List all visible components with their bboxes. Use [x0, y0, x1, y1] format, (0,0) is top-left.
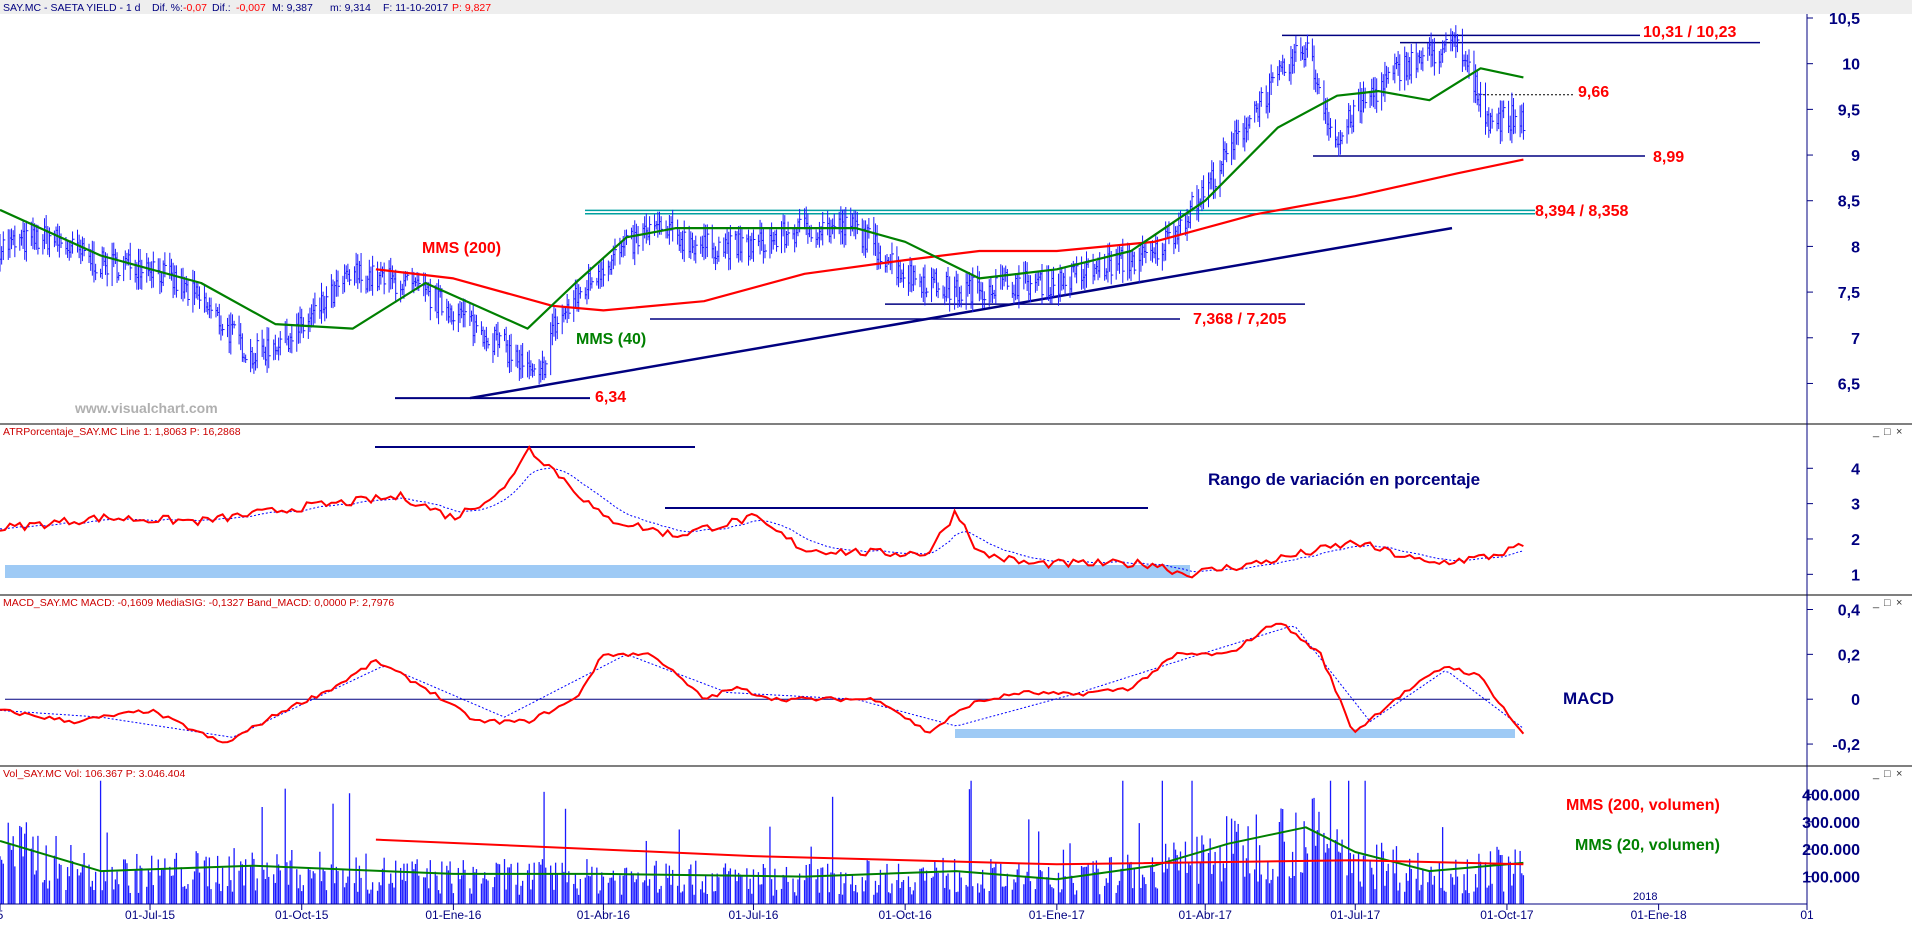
level-899-label: 8,99: [1653, 149, 1684, 166]
atr-header: ATRPorcentaje_SAY.MC Line 1: 1,8063 P: 1…: [3, 426, 241, 438]
macd-line: [0, 622, 1525, 744]
vol-mms200-label: MMS (200, volumen): [1566, 797, 1720, 814]
x-tick-label: 01-Ene-18: [1631, 908, 1687, 922]
atr-low-band: [5, 565, 1190, 578]
atr-y-tick-label: 4: [1851, 461, 1860, 478]
macd-close-button[interactable]: ×: [1896, 597, 1902, 609]
x-tick-label: 01: [1800, 908, 1814, 922]
x-tick-label: 01-Oct-17: [1480, 908, 1534, 922]
chart-root: SAY.MC - SAETA YIELD - 1 d Dif. %: -0,07…: [0, 0, 1912, 922]
macd-signal-line: [0, 625, 1524, 738]
mms40-line: [0, 67, 1524, 330]
atr-y-tick-label: 3: [1851, 497, 1860, 514]
vol-y-tick-label: 400.000: [1802, 787, 1860, 804]
vol-window-controls: _ □ ×: [1872, 768, 1902, 780]
atr-maximize-button[interactable]: □: [1884, 426, 1891, 438]
x-tick-label: 01-Jul-17: [1330, 908, 1380, 922]
year-2018-label: 2018: [1633, 891, 1657, 903]
price-y-tick-label: 7,5: [1838, 285, 1860, 302]
vol-mms20-line: [0, 826, 1524, 881]
atr-panel: [0, 445, 1524, 579]
atr-title: Rango de variación en porcentaje: [1208, 470, 1480, 489]
level-7368-label: 7,368 / 7,205: [1193, 311, 1287, 328]
atr-close-button[interactable]: ×: [1896, 426, 1902, 438]
vol-mms200-line: [375, 838, 1524, 866]
macd-low-band: [955, 729, 1515, 738]
price-y-tick-label: 10,5: [1829, 11, 1860, 28]
mms200-label: MMS (200): [422, 240, 501, 257]
atr-line: [0, 445, 1524, 579]
price-y-tick-label: 8,5: [1838, 194, 1860, 211]
macd-title: MACD: [1563, 689, 1614, 708]
price-y-tick-label: 7: [1851, 331, 1860, 348]
watermark: www.visualchart.com: [74, 400, 218, 416]
atr-minimize-button[interactable]: _: [1872, 426, 1880, 438]
level-1031-label: 10,31 / 10,23: [1643, 24, 1737, 41]
header-symbol: SAY.MC - SAETA YIELD - 1 d: [3, 2, 141, 14]
axes-layer: 6,5 7 7,5 8 8,5 9 9,5 10 10,5 1 2 3 4 -0,2 0 0,2 0,4 100.…: [0, 11, 1860, 922]
macd-y-tick-label: 0,2: [1838, 647, 1860, 664]
x-tick-label: 01-Oct-15: [275, 908, 329, 922]
vol-mms20-label: MMS (20, volumen): [1575, 837, 1720, 854]
macd-window-controls: _ □ ×: [1872, 597, 1902, 609]
mms40-label: MMS (40): [576, 331, 646, 348]
header-m-low: m: 9,314: [330, 2, 371, 14]
x-tick-label: 01-Ene-17: [1029, 908, 1085, 922]
header-dif-label: Dif.:: [212, 2, 231, 14]
x-tick-label: 01-Ene-16: [425, 908, 481, 922]
header-date: F: 11-10-2017: [383, 2, 448, 14]
macd-minimize-button[interactable]: _: [1872, 597, 1880, 609]
level-966-label: 9,66: [1578, 84, 1609, 101]
chart-canvas: SAY.MC - SAETA YIELD - 1 d Dif. %: -0,07…: [0, 0, 1912, 922]
macd-y-tick-label: 0,4: [1838, 602, 1860, 619]
macd-header: MACD_SAY.MC MACD: -0,1609 MediaSIG: -0,1…: [3, 597, 394, 609]
level-8394-label: 8,394 / 8,358: [1535, 203, 1629, 220]
vol-maximize-button[interactable]: □: [1884, 768, 1891, 780]
macd-y-tick-label: -0,2: [1832, 737, 1860, 754]
atr-y-tick-label: 2: [1851, 532, 1860, 549]
vol-y-tick-label: 200.000: [1802, 842, 1860, 859]
price-y-tick-label: 9,5: [1838, 102, 1860, 119]
x-tick-label: 01-Jul-15: [125, 908, 175, 922]
vol-minimize-button[interactable]: _: [1872, 768, 1880, 780]
vol-header: Vol_SAY.MC Vol: 106.367 P: 3.046.404: [3, 768, 185, 780]
price-y-tick-label: 8: [1851, 239, 1860, 256]
vol-y-tick-label: 300.000: [1802, 815, 1860, 832]
level-634-label: 6,34: [595, 389, 626, 406]
vol-close-button[interactable]: ×: [1896, 768, 1902, 780]
atr-y-tick-label: 1: [1851, 567, 1860, 584]
header-m-high: M: 9,387: [272, 2, 313, 14]
price-panel: [0, 25, 1760, 400]
price-y-tick-label: 9: [1851, 148, 1860, 165]
x-tick-label: 01-Oct-16: [878, 908, 932, 922]
price-y-tick-label: 10: [1842, 57, 1860, 74]
header-dif-pct-value: -0,07: [183, 2, 207, 14]
x-tick-label: 01-Abr-16: [577, 908, 631, 922]
x-tick-label: 5: [0, 908, 4, 922]
header-dif-value: -0,007: [236, 2, 266, 14]
volume-panel: [0, 780, 1525, 904]
macd-maximize-button[interactable]: □: [1884, 597, 1891, 609]
header-dif-pct-label: Dif. %:: [152, 2, 183, 14]
x-tick-label: 01-Abr-17: [1179, 908, 1233, 922]
vol-y-tick-label: 100.000: [1802, 870, 1860, 887]
macd-panel: [0, 622, 1525, 744]
atr-window-controls: _ □ ×: [1872, 426, 1902, 438]
macd-y-tick-label: 0: [1851, 692, 1860, 709]
header-price: P: 9,827: [452, 2, 491, 14]
price-y-tick-label: 6,5: [1838, 376, 1860, 393]
x-tick-label: 01-Jul-16: [728, 908, 778, 922]
